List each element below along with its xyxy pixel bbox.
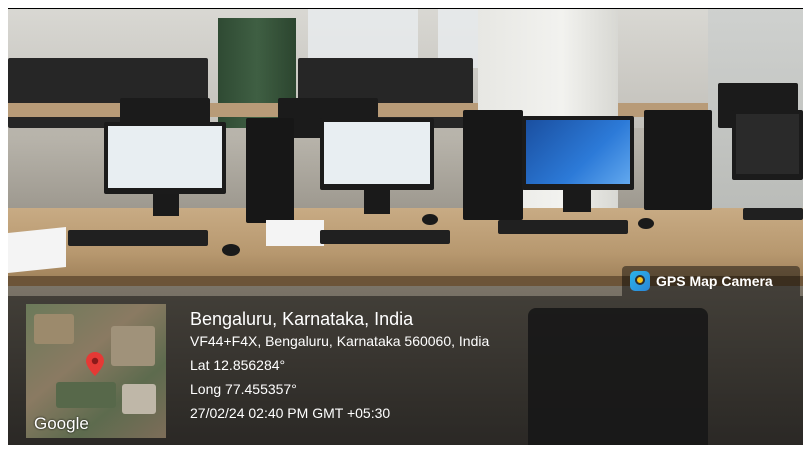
location-address: VF44+F4X, Bengaluru, Karnataka 560060, I… — [190, 333, 490, 349]
latitude: Lat 12.856284° — [190, 357, 286, 373]
datetime: 27/02/24 02:40 PM GMT +05:30 — [190, 405, 391, 421]
badge-label: GPS Map Camera — [656, 273, 773, 289]
gps-map-camera-badge: GPS Map Camera — [622, 266, 800, 296]
pc-tower — [644, 110, 712, 210]
keyboard — [68, 230, 208, 246]
gps-map-camera-icon — [630, 271, 650, 291]
frame-border — [8, 8, 803, 9]
paper-sheet — [266, 220, 324, 246]
map-area — [111, 326, 155, 366]
keyboard — [498, 220, 628, 234]
mouse — [638, 218, 654, 229]
monitor-stand — [563, 190, 591, 212]
pc-tower — [463, 110, 523, 220]
map-area — [56, 382, 116, 408]
map-area — [122, 384, 156, 414]
google-logo: Google — [34, 414, 89, 433]
location-info: Bengaluru, Karnataka, India VF44+F4X, Be… — [190, 308, 790, 429]
keyboard — [320, 230, 450, 244]
monitor — [104, 122, 226, 194]
monitor-screen — [736, 114, 799, 174]
monitor-screen — [324, 122, 430, 184]
photo-frame: GPS Map Camera Google Bengaluru, Karnata… — [0, 0, 806, 449]
monitor-screen — [108, 126, 222, 188]
keyboard — [743, 208, 803, 220]
monitor — [522, 116, 634, 190]
mouse — [222, 244, 240, 256]
map-pin-icon — [86, 352, 104, 376]
monitor — [320, 118, 434, 190]
monitor-stand — [153, 194, 179, 216]
longitude: Long 77.455357° — [190, 381, 297, 397]
map-thumbnail: Google — [26, 304, 166, 438]
pc-tower — [246, 118, 294, 223]
paper-sheet — [8, 226, 66, 274]
monitor-stand — [364, 190, 390, 214]
map-area — [34, 314, 74, 344]
mouse — [422, 214, 438, 225]
monitor — [732, 110, 803, 180]
monitor-screen — [526, 120, 630, 184]
location-title: Bengaluru, Karnataka, India — [190, 309, 414, 329]
computer-lab-photo: GPS Map Camera Google Bengaluru, Karnata… — [8, 8, 803, 445]
